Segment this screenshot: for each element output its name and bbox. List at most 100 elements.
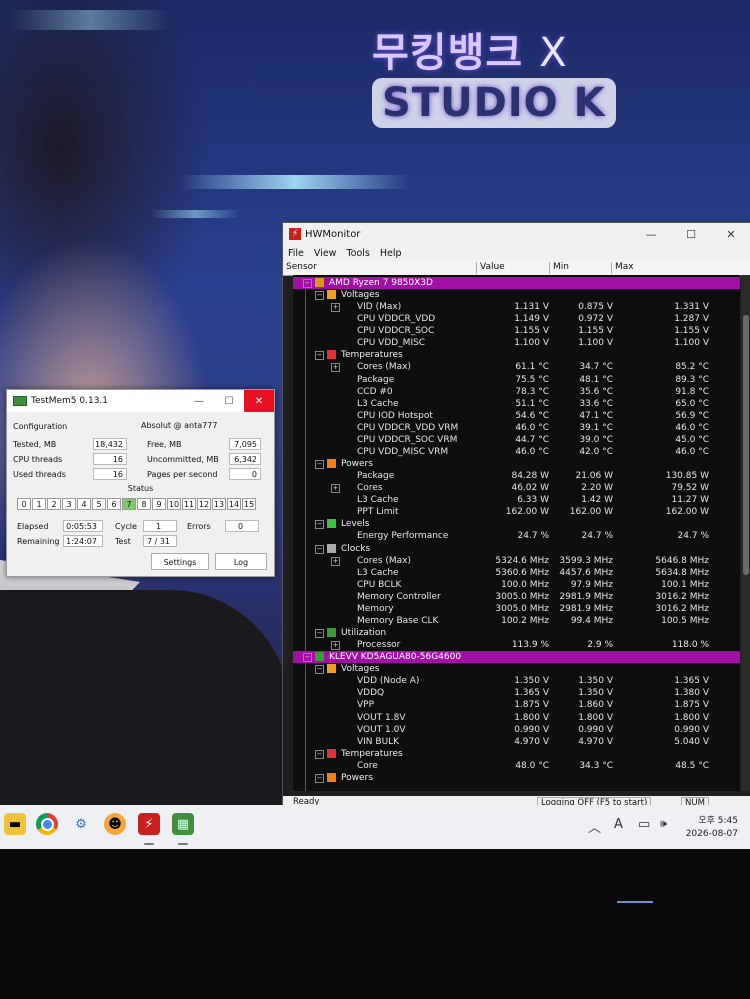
sensor-group-row[interactable]: − Temperatures bbox=[293, 349, 740, 361]
collapse-icon[interactable]: − bbox=[315, 520, 324, 530]
sensor-group-row[interactable]: − Voltages bbox=[293, 663, 740, 675]
collapse-icon[interactable]: − bbox=[315, 460, 324, 470]
network-icon[interactable]: ▭ bbox=[638, 817, 650, 832]
used-threads-label: Used threads bbox=[13, 470, 66, 479]
sensor-row[interactable]: Package 75.5 °C 48.1 °C 89.3 °C bbox=[293, 374, 740, 386]
sensor-group-row[interactable]: − Temperatures bbox=[293, 748, 740, 760]
sensor-row[interactable]: CPU VDDCR_SOC 1.155 V 1.155 V 1.155 V bbox=[293, 325, 740, 337]
settings-icon[interactable]: ⚙ bbox=[70, 813, 92, 835]
sensor-row[interactable]: CPU VDDCR_VDD VRM 46.0 °C 39.1 °C 46.0 °C bbox=[293, 422, 740, 434]
vertical-scrollbar[interactable] bbox=[741, 275, 750, 791]
testmem-titlebar[interactable]: TestMem5 0.13.1 — ☐ ✕ bbox=[7, 390, 274, 412]
sensor-row[interactable]: VPP 1.875 V 1.860 V 1.875 V bbox=[293, 699, 740, 711]
system-clock[interactable]: 오후 5:45 2026-08-07 bbox=[686, 815, 738, 841]
sensor-tree[interactable]: − AMD Ryzen 7 9850X3D − Voltages + VID (Max) 1… bbox=[293, 275, 740, 791]
sensor-row[interactable]: CCD #0 78.3 °C 35.6 °C 91.8 °C bbox=[293, 386, 740, 398]
minimize-button[interactable]: — bbox=[631, 223, 671, 245]
sensor-group-row[interactable]: − Levels bbox=[293, 518, 740, 530]
sensor-row[interactable]: CPU IOD Hotspot 54.6 °C 47.1 °C 56.9 °C bbox=[293, 410, 740, 422]
column-value[interactable]: Value bbox=[476, 262, 550, 274]
sensor-row[interactable]: CPU VDD_MISC VRM 46.0 °C 42.0 °C 46.0 °C bbox=[293, 446, 740, 458]
sensor-value: 46.0 °C bbox=[515, 422, 549, 433]
sensor-row[interactable]: VOUT 1.8V 1.800 V 1.800 V 1.800 V bbox=[293, 712, 740, 724]
expand-icon[interactable]: + bbox=[331, 484, 340, 494]
device-row[interactable]: − AMD Ryzen 7 9850X3D bbox=[293, 277, 740, 289]
ime-indicator[interactable]: A bbox=[614, 817, 623, 832]
sensor-row[interactable]: VDD (Node A) 1.350 V 1.350 V 1.365 V bbox=[293, 675, 740, 687]
sensor-row[interactable]: CPU BCLK 100.0 MHz 97.9 MHz 100.1 MHz bbox=[293, 579, 740, 591]
sensor-row[interactable]: Memory Controller 3005.0 MHz 2981.9 MHz 301… bbox=[293, 591, 740, 603]
settings-button[interactable]: Settings bbox=[151, 553, 209, 570]
menu-file[interactable]: File bbox=[288, 248, 304, 259]
collapse-icon[interactable]: − bbox=[315, 749, 324, 759]
sensor-row[interactable]: VOUT 1.0V 0.990 V 0.990 V 0.990 V bbox=[293, 724, 740, 736]
utilization-icon bbox=[327, 628, 336, 638]
sensor-row[interactable]: VDDQ 1.365 V 1.350 V 1.380 V bbox=[293, 687, 740, 699]
collapse-icon[interactable]: − bbox=[303, 279, 312, 288]
sensor-row[interactable]: Core 48.0 °C 34.3 °C 48.5 °C bbox=[293, 760, 740, 772]
sensor-row[interactable]: Memory Base CLK 100.2 MHz 99.4 MHz 100.5 MH… bbox=[293, 615, 740, 627]
sensor-group-row[interactable]: − Voltages bbox=[293, 289, 740, 301]
sensor-row[interactable]: L3 Cache 6.33 W 1.42 W 11.27 W bbox=[293, 494, 740, 506]
collapse-icon[interactable]: − bbox=[315, 351, 324, 361]
sensor-row[interactable]: CPU VDDCR_VDD 1.149 V 0.972 V 1.287 V bbox=[293, 313, 740, 325]
sensor-row[interactable]: VIN BULK 4.970 V 4.970 V 5.040 V bbox=[293, 736, 740, 748]
collapse-icon[interactable]: − bbox=[315, 665, 324, 675]
chevron-up-icon[interactable]: ︿ bbox=[588, 817, 601, 836]
sensor-row[interactable]: + Processor 113.9 % 2.9 % 118.0 % bbox=[293, 639, 740, 651]
collapse-icon[interactable]: − bbox=[315, 773, 324, 783]
sensor-row[interactable]: L3 Cache 5360.6 MHz 4457.6 MHz 5634.8 MHz bbox=[293, 567, 740, 579]
sensor-min: 24.7 % bbox=[581, 531, 613, 542]
collapse-icon[interactable]: − bbox=[303, 653, 312, 663]
sensor-group-row[interactable]: − Clocks bbox=[293, 543, 740, 555]
close-button[interactable]: ✕ bbox=[244, 390, 274, 412]
sensor-row[interactable]: Package 84.28 W 21.06 W 130.85 W bbox=[293, 470, 740, 482]
sensor-max: 89.3 °C bbox=[675, 374, 709, 385]
elapsed-value: 0:05:53 bbox=[63, 520, 103, 532]
sensor-row[interactable]: Energy Performance 24.7 % 24.7 % 24.7 % bbox=[293, 530, 740, 542]
volume-icon[interactable]: 🕪 bbox=[660, 817, 667, 831]
column-sensor[interactable]: Sensor bbox=[283, 262, 317, 274]
column-min[interactable]: Min bbox=[549, 262, 613, 274]
menu-tools[interactable]: Tools bbox=[346, 248, 369, 259]
maximize-button[interactable]: ☐ bbox=[214, 390, 244, 412]
collapse-icon[interactable]: − bbox=[315, 544, 324, 554]
sensor-row[interactable]: Memory 3005.0 MHz 2981.9 MHz 3016.2 MHz bbox=[293, 603, 740, 615]
collapse-icon[interactable]: − bbox=[315, 629, 324, 639]
sensor-group-row[interactable]: − Powers bbox=[293, 772, 740, 784]
maximize-button[interactable]: ☐ bbox=[671, 223, 711, 245]
collapse-icon[interactable]: − bbox=[315, 291, 324, 301]
testmem-app-icon bbox=[13, 396, 27, 406]
sensor-row[interactable]: PPT Limit 162.00 W 162.00 W 162.00 W bbox=[293, 506, 740, 518]
file-explorer-icon[interactable]: ▬ bbox=[4, 813, 26, 835]
column-max[interactable]: Max bbox=[611, 262, 745, 274]
hwmonitor-icon[interactable]: ⚡ bbox=[138, 813, 160, 835]
chrome-icon[interactable] bbox=[36, 813, 58, 835]
expand-icon[interactable]: + bbox=[331, 556, 340, 566]
expand-icon[interactable]: + bbox=[331, 363, 340, 373]
close-button[interactable]: ✕ bbox=[711, 223, 750, 245]
scrollbar-thumb[interactable] bbox=[743, 315, 749, 575]
log-button[interactable]: Log bbox=[215, 553, 267, 570]
sensor-min: 162.00 W bbox=[569, 507, 613, 518]
sensor-row[interactable]: CPU VDD_MISC 1.100 V 1.100 V 1.100 V bbox=[293, 337, 740, 349]
sensor-group-row[interactable]: − Utilization bbox=[293, 627, 740, 639]
menu-view[interactable]: View bbox=[314, 248, 337, 259]
menu-help[interactable]: Help bbox=[380, 248, 402, 259]
minimize-button[interactable]: — bbox=[184, 390, 214, 412]
expand-icon[interactable]: + bbox=[331, 303, 340, 313]
sensor-row[interactable]: + VID (Max) 1.131 V 0.875 V 1.331 V bbox=[293, 301, 740, 313]
sensor-row[interactable]: CPU VDDCR_SOC VRM 44.7 °C 39.0 °C 45.0 °C bbox=[293, 434, 740, 446]
sensor-max: 1.100 V bbox=[674, 338, 709, 349]
testmem-icon[interactable]: ▦ bbox=[172, 813, 194, 835]
sensor-row[interactable]: + Cores 46.02 W 2.20 W 79.52 W bbox=[293, 482, 740, 494]
sensor-value: 1.365 V bbox=[514, 688, 549, 699]
sensor-row[interactable]: L3 Cache 51.1 °C 33.6 °C 65.0 °C bbox=[293, 398, 740, 410]
device-row[interactable]: − KLEVV KD5AGUA80-56G4600 bbox=[293, 651, 740, 664]
sensor-row[interactable]: + Cores (Max) 5324.6 MHz 3599.3 MHz 5646.8 M… bbox=[293, 555, 740, 567]
sensor-group-row[interactable]: − Powers bbox=[293, 458, 740, 470]
character-app-icon[interactable]: ☻ bbox=[104, 813, 126, 835]
hwmonitor-titlebar[interactable]: ⚡ HWMonitor — ☐ ✕ bbox=[283, 223, 750, 245]
sensor-row[interactable]: + Cores (Max) 61.1 °C 34.7 °C 85.2 °C bbox=[293, 361, 740, 373]
expand-icon[interactable]: + bbox=[331, 641, 340, 651]
